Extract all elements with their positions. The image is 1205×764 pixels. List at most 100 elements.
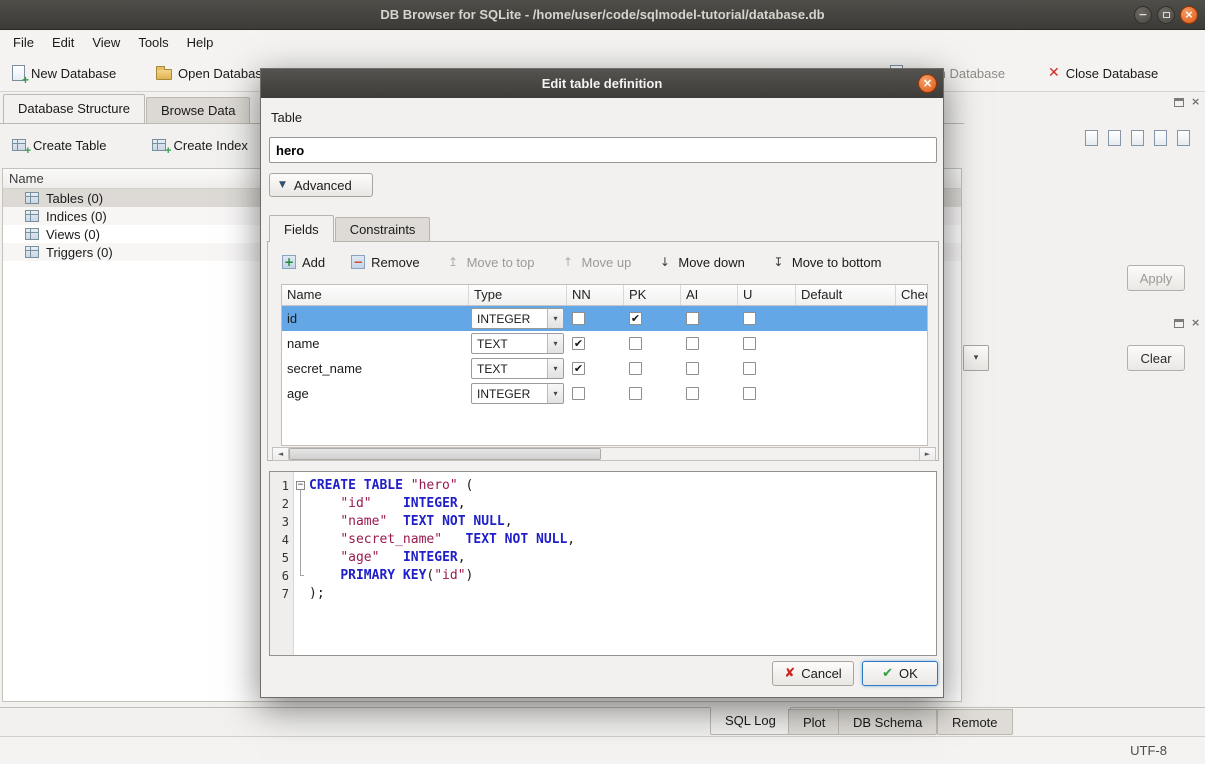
tab-browse-data[interactable]: Browse Data <box>146 97 250 123</box>
log-filter-dropdown[interactable]: ▾ <box>963 345 989 371</box>
scrollbar-thumb[interactable] <box>289 448 601 460</box>
remove-button[interactable]: −Remove <box>351 255 419 270</box>
remove-icon: − <box>351 255 365 269</box>
scroll-left-icon[interactable]: ◄ <box>273 448 289 460</box>
nn-checkbox[interactable]: ✔ <box>572 337 585 350</box>
u-checkbox[interactable] <box>743 312 756 325</box>
advanced-button[interactable]: ▼ Advanced <box>269 173 373 197</box>
cancel-button[interactable]: ✘ Cancel <box>772 661 854 686</box>
clear-button[interactable]: Clear <box>1127 345 1185 371</box>
nn-cell: ✔ <box>567 356 624 381</box>
ai-checkbox[interactable] <box>686 312 699 325</box>
close-window-button[interactable]: × <box>1180 6 1198 24</box>
table-icon <box>25 210 39 222</box>
add-button[interactable]: +Add <box>282 255 325 270</box>
ok-button[interactable]: ✔ OK <box>862 661 938 686</box>
u-checkbox[interactable] <box>743 337 756 350</box>
tab-database-structure[interactable]: Database Structure <box>3 94 145 123</box>
column-header-name[interactable]: Name <box>282 285 469 305</box>
menu-item-help[interactable]: Help <box>178 32 223 53</box>
maximize-button[interactable] <box>1157 6 1175 24</box>
menu-item-file[interactable]: File <box>4 32 43 53</box>
fold-row <box>294 549 309 567</box>
dock-close-icon[interactable]: × <box>1191 97 1200 107</box>
field-row-age[interactable]: ageINTEGER▾ <box>282 381 927 406</box>
new-database-button[interactable]: New Database <box>6 60 122 86</box>
panel-icon[interactable] <box>1177 130 1190 146</box>
panel-icon[interactable] <box>1108 130 1121 146</box>
close-database-label: Close Database <box>1066 66 1159 81</box>
minimize-button[interactable]: − <box>1134 6 1152 24</box>
tab-fields[interactable]: Fields <box>269 215 334 242</box>
type-combobox[interactable]: INTEGER▾ <box>471 383 564 404</box>
grid-header: NameTypeNNPKAIUDefaultCheck <box>282 285 927 306</box>
dock-float-icon[interactable] <box>1174 319 1184 328</box>
fold-minus-icon[interactable]: − <box>296 481 305 490</box>
dock-close-icon[interactable]: × <box>1191 318 1200 328</box>
panel-icon[interactable] <box>1131 130 1144 146</box>
move-to-bottom-button[interactable]: ↧Move to bottom <box>771 255 882 270</box>
create-index-button[interactable]: Create Index <box>146 132 253 158</box>
menu-item-edit[interactable]: Edit <box>43 32 83 53</box>
add-label: Add <box>302 255 325 270</box>
table-icon <box>25 228 39 240</box>
type-combobox[interactable]: INTEGER▾ <box>471 308 564 329</box>
panel-icon[interactable] <box>1085 130 1098 146</box>
default-cell <box>796 331 896 356</box>
column-header-type[interactable]: Type <box>469 285 567 305</box>
u-checkbox[interactable] <box>743 387 756 400</box>
field-row-secret-name[interactable]: secret_nameTEXT▾✔ <box>282 356 927 381</box>
ai-checkbox[interactable] <box>686 387 699 400</box>
horizontal-scrollbar[interactable]: ◄ ► <box>272 447 936 461</box>
column-header-default[interactable]: Default <box>796 285 896 305</box>
u-checkbox[interactable] <box>743 362 756 375</box>
line-number: 4 <box>270 531 293 549</box>
menu-item-tools[interactable]: Tools <box>129 32 177 53</box>
scroll-right-icon[interactable]: ► <box>919 448 935 460</box>
menu-item-view[interactable]: View <box>83 32 129 53</box>
create-table-icon <box>12 139 26 151</box>
nn-checkbox[interactable] <box>572 387 585 400</box>
type-combobox[interactable]: TEXT▾ <box>471 333 564 354</box>
bottom-tab-plot[interactable]: Plot <box>788 709 840 735</box>
field-row-id[interactable]: idINTEGER▾✔ <box>282 306 927 331</box>
table-name-input[interactable] <box>269 137 937 163</box>
field-name-cell: name <box>282 331 469 356</box>
create-table-button[interactable]: Create Table <box>6 132 112 158</box>
close-database-button[interactable]: ✕ Close Database <box>1042 60 1164 86</box>
type-combobox[interactable]: TEXT▾ <box>471 358 564 379</box>
ok-label: OK <box>899 666 918 681</box>
column-header-pk[interactable]: PK <box>624 285 681 305</box>
pk-checkbox[interactable] <box>629 337 642 350</box>
bottom-tab-db-schema[interactable]: DB Schema <box>838 709 937 735</box>
pk-cell <box>624 381 681 406</box>
create-table-label: Create Table <box>33 138 106 153</box>
pk-checkbox[interactable] <box>629 387 642 400</box>
scrollbar-track[interactable] <box>289 448 919 460</box>
tab-constraints[interactable]: Constraints <box>335 217 431 242</box>
fields-frame: +Add−Remove↥Move to top↑Move up↓Move dow… <box>267 241 939 461</box>
pk-checkbox[interactable]: ✔ <box>629 312 642 325</box>
dock-float-icon[interactable] <box>1174 98 1184 107</box>
nn-checkbox[interactable]: ✔ <box>572 362 585 375</box>
column-header-check[interactable]: Check <box>896 285 928 305</box>
move-down-button[interactable]: ↓Move down <box>657 255 744 270</box>
bottom-tab-remote[interactable]: Remote <box>937 709 1013 735</box>
ai-checkbox[interactable] <box>686 362 699 375</box>
nn-checkbox[interactable] <box>572 312 585 325</box>
chevron-down-icon: ▼ <box>279 180 286 190</box>
create-index-label: Create Index <box>173 138 247 153</box>
open-database-button[interactable]: Open Database <box>150 60 275 86</box>
column-header-ai[interactable]: AI <box>681 285 738 305</box>
bottom-tab-sql-log[interactable]: SQL Log <box>710 707 791 735</box>
cancel-x-icon: ✘ <box>784 666 795 681</box>
column-header-nn[interactable]: NN <box>567 285 624 305</box>
dialog-close-button[interactable]: × <box>918 74 937 93</box>
new-database-icon <box>12 65 25 81</box>
ai-checkbox[interactable] <box>686 337 699 350</box>
panel-icon[interactable] <box>1154 130 1167 146</box>
column-header-u[interactable]: U <box>738 285 796 305</box>
field-row-name[interactable]: nameTEXT▾ ✔ <box>282 331 927 356</box>
tree-item-label: Indices (0) <box>46 209 107 224</box>
pk-checkbox[interactable] <box>629 362 642 375</box>
